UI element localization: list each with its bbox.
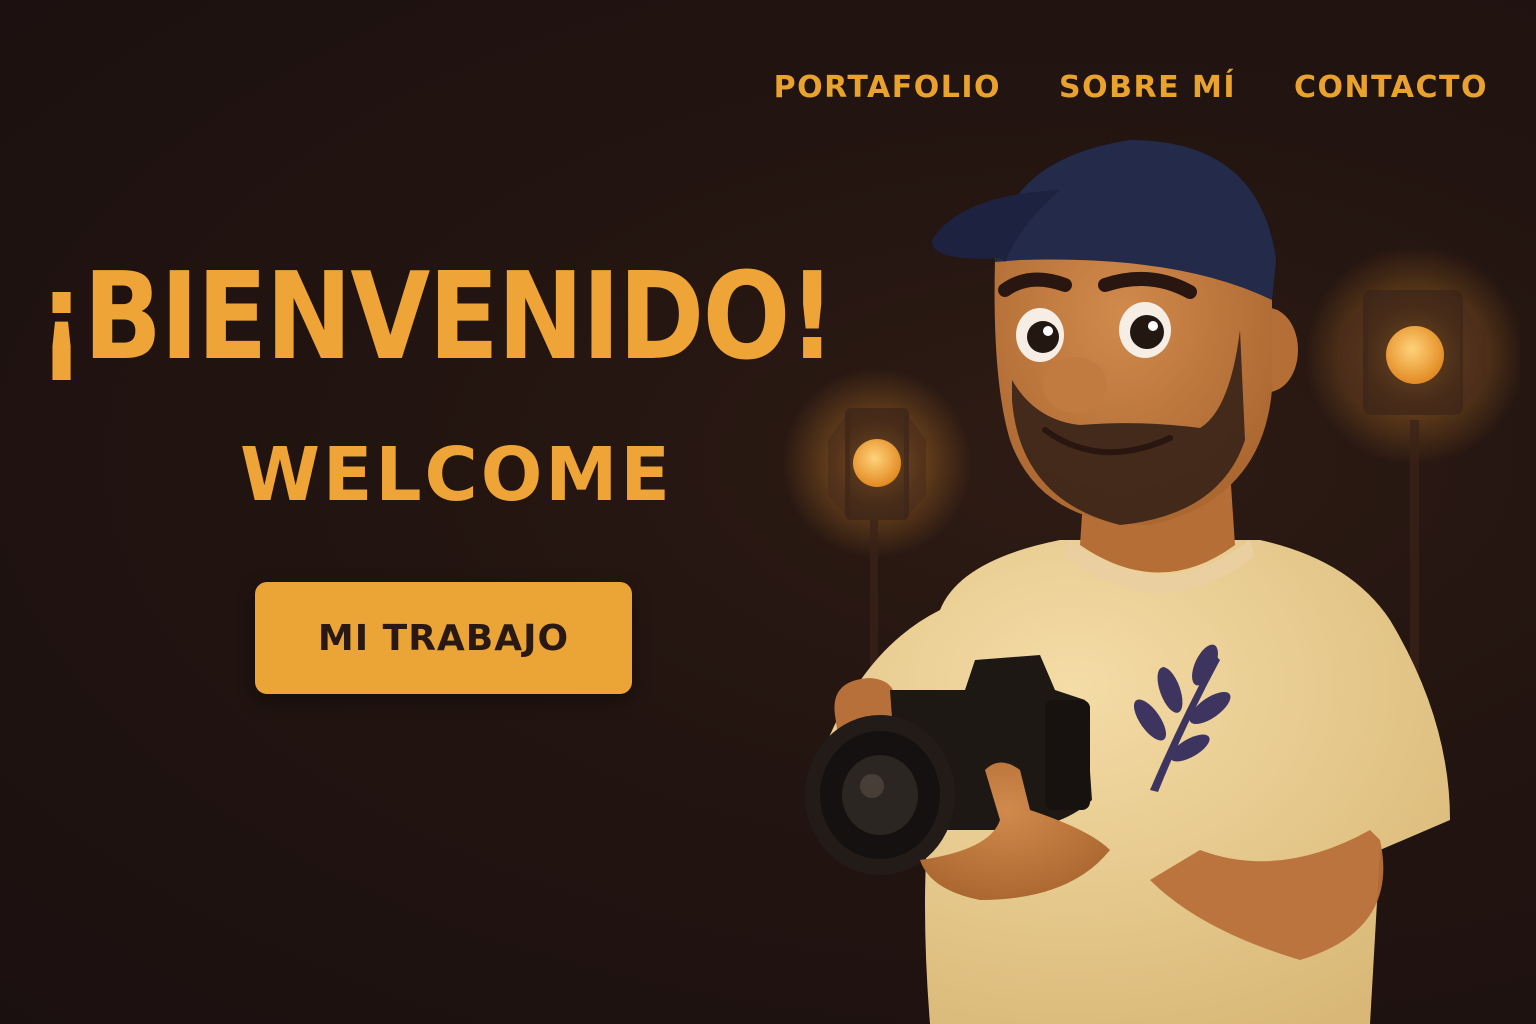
photographer-avatar: [931, 140, 1298, 525]
nav-link-portafolio[interactable]: PORTAFOLIO: [774, 70, 1001, 105]
hero-subtitle: WELCOME: [240, 432, 673, 518]
landing-page: PORTAFOLIO SOBRE MÍ CONTACTO ¡BIENVENIDO…: [0, 0, 1536, 1024]
mi-trabajo-button[interactable]: MI TRABAJO: [255, 582, 632, 694]
nav-link-contacto[interactable]: CONTACTO: [1294, 70, 1488, 105]
hero-title: ¡BIENVENIDO!: [38, 248, 836, 387]
top-nav: PORTAFOLIO SOBRE MÍ CONTACTO: [774, 70, 1488, 105]
nav-link-sobre-mi[interactable]: SOBRE MÍ: [1059, 70, 1236, 105]
photographer-illustration: [782, 140, 1520, 1024]
